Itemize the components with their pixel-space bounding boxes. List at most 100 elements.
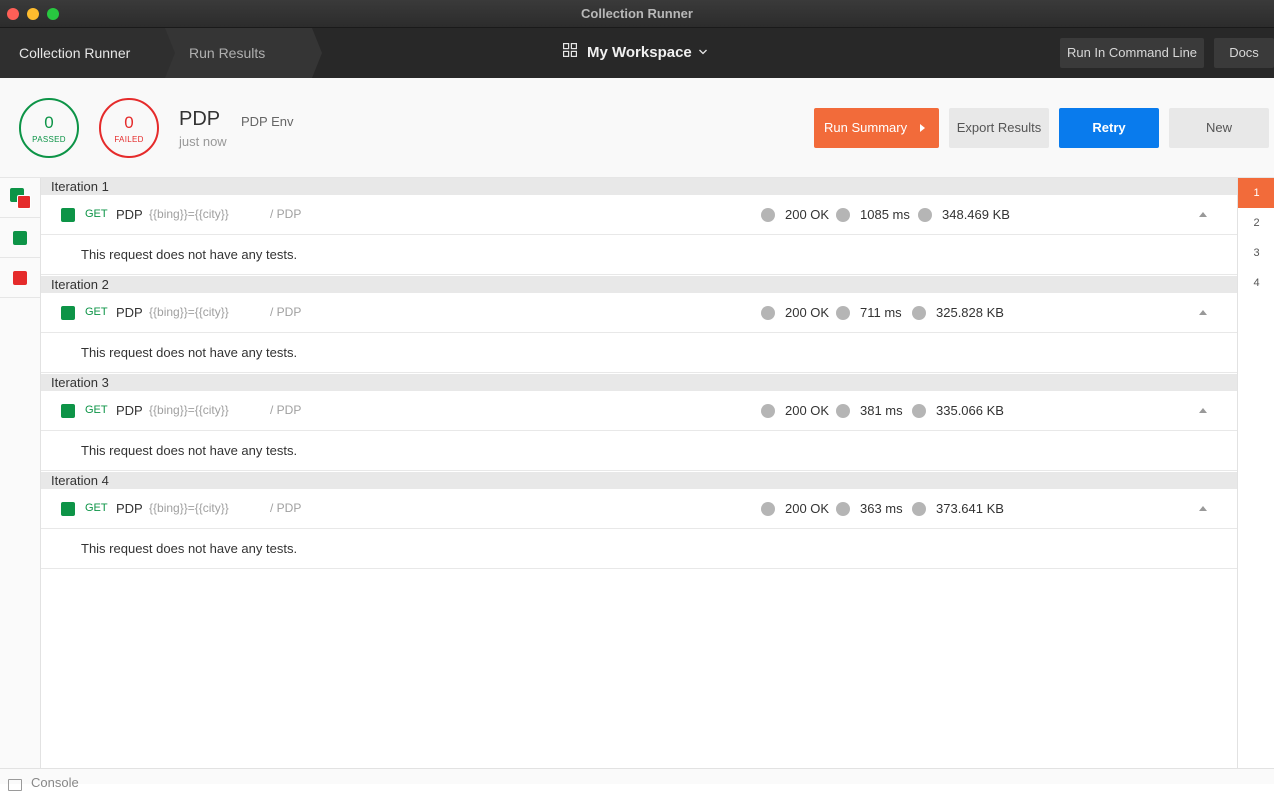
docs-button[interactable]: Docs	[1214, 38, 1274, 68]
run-time: just now	[179, 134, 227, 149]
status-dot-icon	[761, 502, 775, 516]
size-dot-icon	[912, 502, 926, 516]
test-results: This request does not have any tests.	[41, 333, 1237, 373]
failed-square-icon	[13, 271, 27, 285]
collection-name: PDP	[179, 108, 221, 130]
filter-failed-button[interactable]	[0, 258, 40, 298]
window-titlebar: Collection Runner	[0, 0, 1274, 28]
status-dot-icon	[761, 306, 775, 320]
request-name: PDP	[116, 403, 143, 418]
retry-button[interactable]: Retry	[1059, 108, 1159, 148]
request-name: PDP	[116, 207, 143, 222]
request-path: / PDP	[270, 207, 302, 221]
request-row[interactable]: GET PDP {{bing}}={{city}} / PDP 200 OK 3…	[41, 391, 1237, 431]
request-row[interactable]: GET PDP {{bing}}={{city}} / PDP 200 OK 1…	[41, 195, 1237, 235]
response-status: 200 OK	[785, 403, 830, 418]
console-bar[interactable]: Console	[0, 768, 1274, 791]
status-dot-icon	[761, 404, 775, 418]
response-time: 381 ms	[860, 403, 903, 418]
environment-name: PDP Env	[241, 114, 294, 129]
request-row[interactable]: GET PDP {{bing}}={{city}} / PDP 200 OK 7…	[41, 293, 1237, 333]
request-name: PDP	[116, 501, 143, 516]
response-size: 335.066 KB	[936, 403, 1004, 418]
size-dot-icon	[912, 404, 926, 418]
response-time: 1085 ms	[860, 207, 910, 222]
run-in-command-line-button[interactable]: Run In Command Line	[1060, 38, 1204, 68]
grid-icon	[563, 28, 577, 78]
pass-status-icon	[61, 404, 75, 418]
size-dot-icon	[918, 208, 932, 222]
request-url: {{bing}}={{city}}	[149, 403, 229, 417]
run-summary-label: Run Summary	[824, 120, 908, 135]
request-path: / PDP	[270, 501, 302, 515]
test-results: This request does not have any tests.	[41, 529, 1237, 569]
response-status: 200 OK	[785, 501, 830, 516]
collapse-caret-icon[interactable]	[1199, 506, 1207, 511]
export-results-button[interactable]: Export Results	[949, 108, 1049, 148]
filter-all-button[interactable]	[0, 178, 40, 218]
request-method: GET	[85, 306, 108, 318]
window-title: Collection Runner	[581, 6, 693, 21]
request-method: GET	[85, 404, 108, 416]
run-summary-button[interactable]: Run Summary	[814, 108, 939, 148]
results-list: Iteration 1 GET PDP {{bing}}={{city}} / …	[41, 178, 1237, 768]
request-method: GET	[85, 208, 108, 220]
collapse-caret-icon[interactable]	[1199, 310, 1207, 315]
collapse-caret-icon[interactable]	[1199, 408, 1207, 413]
header-bar: Collection Runner Run Results My Workspa…	[0, 28, 1274, 78]
pass-status-icon	[61, 306, 75, 320]
request-row[interactable]: GET PDP {{bing}}={{city}} / PDP 200 OK 3…	[41, 489, 1237, 529]
workspace-name: My Workspace	[587, 44, 692, 61]
response-size: 348.469 KB	[942, 207, 1010, 222]
passed-label: PASSED	[32, 135, 66, 144]
test-results: This request does not have any tests.	[41, 431, 1237, 471]
failed-count: 0	[124, 113, 134, 132]
response-time: 711 ms	[860, 305, 902, 320]
play-icon	[920, 124, 925, 132]
iteration-nav-2[interactable]: 2	[1238, 208, 1274, 238]
request-path: / PDP	[270, 403, 302, 417]
passed-square-icon	[13, 231, 27, 245]
response-status: 200 OK	[785, 207, 830, 222]
passed-count: 0	[44, 113, 54, 132]
breadcrumb-collection-runner[interactable]: Collection Runner	[0, 28, 175, 78]
iteration-header: Iteration 3	[41, 374, 1237, 391]
request-method: GET	[85, 502, 108, 514]
failed-label: FAILED	[114, 135, 144, 144]
breadcrumb-run-results[interactable]: Run Results	[165, 28, 322, 78]
iteration-nav-1[interactable]: 1	[1238, 178, 1274, 208]
workspace-switcher[interactable]: My Workspace	[563, 28, 708, 78]
time-dot-icon	[836, 306, 850, 320]
console-icon	[8, 779, 22, 791]
response-status: 200 OK	[785, 305, 830, 320]
filter-passed-button[interactable]	[0, 218, 40, 258]
failed-counter: 0 FAILED	[99, 98, 159, 158]
collapse-caret-icon[interactable]	[1199, 212, 1207, 217]
pass-status-icon	[61, 208, 75, 222]
iteration-header: Iteration 1	[41, 178, 1237, 195]
status-dot-icon	[761, 208, 775, 222]
result-filter-rail	[0, 178, 41, 768]
iteration-navigator: 1 2 3 4	[1237, 178, 1274, 768]
request-path: / PDP	[270, 305, 302, 319]
request-name: PDP	[116, 305, 143, 320]
new-button[interactable]: New	[1169, 108, 1269, 148]
response-size: 325.828 KB	[936, 305, 1004, 320]
run-summary-bar: 0 PASSED 0 FAILED PDP PDP Env just now R…	[0, 78, 1274, 178]
time-dot-icon	[836, 404, 850, 418]
iteration-header: Iteration 2	[41, 276, 1237, 293]
iteration-nav-3[interactable]: 3	[1238, 238, 1274, 268]
response-size: 373.641 KB	[936, 501, 1004, 516]
request-url: {{bing}}={{city}}	[149, 305, 229, 319]
pass-status-icon	[61, 502, 75, 516]
time-dot-icon	[836, 502, 850, 516]
request-url: {{bing}}={{city}}	[149, 501, 229, 515]
test-results: This request does not have any tests.	[41, 235, 1237, 275]
time-dot-icon	[836, 208, 850, 222]
console-label: Console	[31, 775, 79, 790]
request-url: {{bing}}={{city}}	[149, 207, 229, 221]
size-dot-icon	[912, 306, 926, 320]
failed-square-icon	[17, 195, 31, 209]
chevron-down-icon	[698, 28, 708, 78]
iteration-nav-4[interactable]: 4	[1238, 268, 1274, 298]
